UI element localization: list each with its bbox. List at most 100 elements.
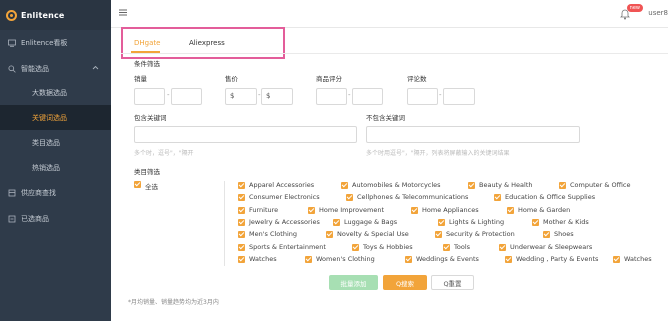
category-checkbox[interactable] [352, 243, 359, 251]
category-label: Wedding , Party & Events [516, 254, 599, 263]
category-checkbox[interactable] [505, 255, 512, 263]
category-label: Watches [249, 254, 277, 263]
hamburger-icon[interactable] [119, 9, 127, 19]
category-label: Underwear & Sleepwears [510, 242, 593, 251]
category-label: Mother & Kids [543, 217, 589, 226]
category-label: Home & Garden [518, 205, 571, 214]
sidebar-item-supplier[interactable]: 供应商查找 [0, 180, 111, 206]
batch-add-button[interactable]: 批量添加 [329, 275, 378, 290]
category-checkbox[interactable] [308, 206, 315, 214]
logo-icon [6, 9, 17, 21]
category-checkbox[interactable] [238, 231, 245, 239]
sidebar-subitem-label: 大数据选品 [32, 88, 67, 97]
category-checkbox[interactable] [238, 218, 245, 226]
filter-section-title: 条件筛选 [134, 60, 160, 68]
category-checkbox[interactable] [238, 182, 245, 189]
category-label: Watches [624, 254, 652, 263]
category-checkbox[interactable] [238, 243, 245, 251]
price-max-input[interactable]: $ [261, 88, 293, 105]
sidebar-subitem-bigdata[interactable]: 大数据选品 [0, 80, 111, 105]
range-dash: - [348, 91, 351, 99]
sidebar-subitem-keyword[interactable]: 关键词选品 [0, 105, 111, 130]
sales-min-input[interactable] [134, 88, 165, 105]
sales-max-input[interactable] [171, 88, 202, 105]
search-icon [8, 65, 16, 73]
search-button[interactable]: Q搜索 [383, 275, 427, 290]
category-checkbox[interactable] [405, 255, 412, 263]
category-checkbox[interactable] [238, 194, 245, 202]
price-min-prefix: $ [230, 92, 235, 100]
category-checkbox[interactable] [238, 255, 245, 263]
sidebar-subitem-hot[interactable]: 热销选品 [0, 155, 111, 180]
logo-text: Enlitence [21, 10, 65, 20]
category-label: Women's Clothing [316, 254, 375, 263]
select-all-label: 全选 [145, 183, 158, 191]
category-checkbox[interactable] [305, 255, 312, 263]
tab-dhgate[interactable]: DHgate [134, 39, 160, 47]
category-label: Shoes [554, 230, 574, 239]
sidebar-subitem-label: 热销选品 [32, 163, 60, 172]
rating-max-input[interactable] [352, 88, 383, 105]
category-label: Computer & Office [570, 181, 631, 189]
category-checkbox[interactable] [613, 255, 620, 263]
category-label: Beauty & Health [479, 181, 533, 189]
category-checkbox[interactable] [443, 243, 450, 251]
sidebar-item-label: Enlitence看板 [21, 39, 68, 47]
select-all-checkbox[interactable] [134, 181, 141, 188]
category-label: Sports & Entertainment [249, 242, 326, 251]
category-checkbox[interactable] [468, 182, 475, 189]
category-checkbox[interactable] [494, 194, 501, 202]
category-label: Luggage & Bags [344, 217, 398, 226]
category-checkbox[interactable] [559, 182, 566, 189]
reviews-max-input[interactable] [443, 88, 475, 105]
exclude-keywords-input[interactable] [366, 126, 580, 143]
category-label: Home Appliances [422, 205, 479, 214]
range-dash: - [439, 91, 442, 99]
include-keywords-input[interactable] [134, 126, 357, 143]
selected-icon [8, 215, 16, 223]
category-checkbox[interactable] [438, 218, 445, 226]
category-checkbox[interactable] [326, 231, 333, 239]
category-checkbox[interactable] [411, 206, 418, 214]
range-dash: - [167, 91, 170, 99]
reviews-min-input[interactable] [407, 88, 438, 105]
category-checkbox[interactable] [499, 243, 506, 251]
reset-button[interactable]: Q重置 [431, 275, 474, 290]
price-min-input[interactable]: $ [225, 88, 257, 105]
exclude-keywords-label: 不包含关键词 [366, 114, 405, 122]
category-label: Jewelry & Accessories [249, 217, 320, 226]
category-checkbox[interactable] [543, 231, 550, 239]
notification-badge: new [626, 4, 643, 12]
footnote: *月均销量、销量趋势均为近3月内 [128, 299, 219, 306]
category-label: Consumer Electronics [249, 193, 320, 202]
header: new user8 [111, 0, 668, 28]
exclude-keywords-hint: 多个时用逗号"，"隔开，列表将屏蔽输入的关键词结果 [366, 150, 510, 157]
category-checkbox[interactable] [507, 206, 514, 214]
category-label: Tools [454, 242, 471, 251]
dashboard-icon [8, 39, 16, 47]
category-checkbox[interactable] [333, 218, 340, 226]
price-max-prefix: $ [266, 92, 271, 100]
category-section-title: 类目筛选 [134, 168, 160, 176]
sidebar-item-selected[interactable]: 已选商品 [0, 206, 111, 232]
logo[interactable]: Enlitence [0, 0, 111, 30]
sidebar-item-label: 供应商查找 [21, 189, 56, 197]
category-label: Men's Clothing [249, 230, 298, 239]
category-label: Novelty & Special Use [337, 230, 409, 239]
sidebar: Enlitence Enlitence看板 智能选品 大数据选品 关键词选品 类… [0, 0, 111, 321]
sidebar-subitem-category[interactable]: 类目选品 [0, 130, 111, 155]
user-name[interactable]: user8 [648, 9, 668, 17]
category-label: Home Improvement [319, 205, 384, 214]
sidebar-item-dashboard[interactable]: Enlitence看板 [0, 30, 111, 56]
chevron-up-icon[interactable] [92, 64, 99, 72]
category-checkbox[interactable] [346, 194, 353, 202]
category-label: Weddings & Events [416, 254, 479, 263]
rating-min-input[interactable] [316, 88, 347, 105]
category-checkbox[interactable] [341, 182, 348, 189]
sidebar-item-smart-selection[interactable]: 智能选品 [0, 56, 111, 82]
category-checkbox[interactable] [238, 206, 245, 214]
tab-aliexpress[interactable]: Aliexpress [189, 39, 225, 47]
category-checkbox[interactable] [435, 231, 442, 239]
sidebar-subitem-label: 类目选品 [32, 138, 60, 147]
category-checkbox[interactable] [532, 218, 539, 226]
